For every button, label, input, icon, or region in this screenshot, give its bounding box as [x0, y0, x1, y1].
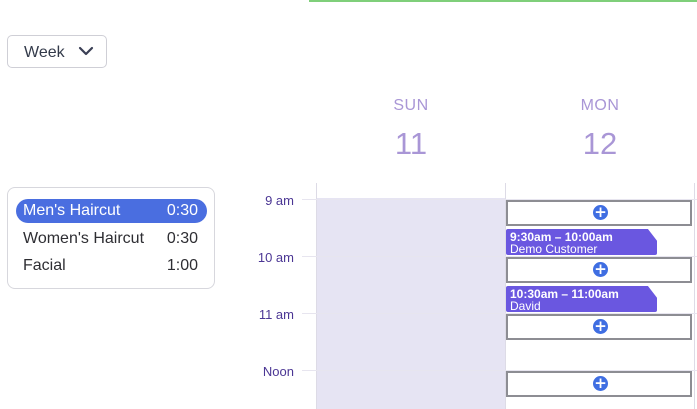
- service-duration: 0:30: [166, 230, 198, 247]
- time-label-11am: 11 am: [258, 307, 294, 322]
- sunday-unavailable-column: [316, 198, 505, 409]
- service-name: Women's Haircut: [23, 230, 145, 247]
- service-item-womens-haircut[interactable]: Women's Haircut 0:30: [16, 227, 207, 251]
- plus-circle-icon: +: [593, 203, 608, 221]
- day-header-sun-number: 11: [394, 126, 428, 161]
- services-list: Men's Haircut 0:30 Women's Haircut 0:30 …: [7, 187, 215, 289]
- grid-vline: [694, 183, 695, 409]
- add-booking-slot[interactable]: +: [506, 200, 692, 226]
- day-header-mon-number: 12: [582, 126, 618, 161]
- service-name: Facial: [23, 257, 66, 274]
- time-label-9am: 9 am: [265, 193, 294, 208]
- chevron-down-icon: [78, 46, 94, 56]
- day-header-mon-name: MON: [580, 97, 620, 114]
- day-header-sun-name: SUN: [393, 97, 429, 114]
- add-booking-slot[interactable]: +: [506, 371, 692, 397]
- time-label-10am: 10 am: [257, 250, 294, 265]
- add-booking-slot[interactable]: +: [506, 314, 692, 340]
- appointment-customer: David: [510, 299, 541, 313]
- add-booking-slot[interactable]: +: [506, 257, 692, 283]
- time-label-noon: Noon: [262, 364, 294, 379]
- grid-vline: [316, 183, 317, 409]
- plus-circle-icon: +: [593, 260, 608, 278]
- appointment-block[interactable]: 10:30am – 11:00am David: [506, 286, 657, 312]
- appointment-block[interactable]: 9:30am – 10:00am Demo Customer: [506, 229, 657, 255]
- plus-circle-icon: +: [593, 317, 608, 335]
- service-duration: 0:30: [166, 202, 198, 219]
- service-duration: 1:00: [166, 257, 198, 274]
- service-name: Men's Haircut: [23, 202, 121, 219]
- view-select-dropdown[interactable]: Week: [7, 35, 107, 68]
- view-select-label: Week: [24, 44, 65, 61]
- top-accent-line: [309, 0, 697, 2]
- service-item-mens-haircut[interactable]: Men's Haircut 0:30: [16, 199, 207, 223]
- appointment-customer: Demo Customer: [510, 242, 598, 256]
- service-item-facial[interactable]: Facial 1:00: [16, 254, 207, 278]
- plus-circle-icon: +: [593, 374, 608, 392]
